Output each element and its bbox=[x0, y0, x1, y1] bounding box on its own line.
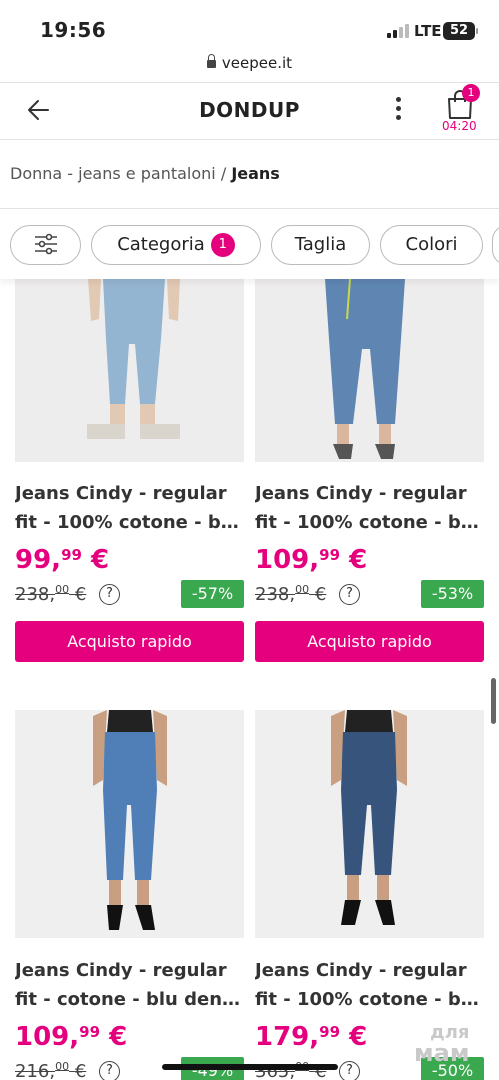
product-old-price: 365,00 € bbox=[255, 1060, 326, 1080]
scrollbar[interactable] bbox=[491, 678, 496, 724]
product-title-line: fit - 100% cotone - blu… bbox=[15, 512, 244, 533]
product-card[interactable]: Jeans Cindy - regular fit - 100% cotone … bbox=[255, 279, 484, 679]
lock-icon bbox=[206, 54, 216, 68]
filter-chip-categoria[interactable]: Categoria 1 bbox=[91, 225, 261, 265]
price-decimal: 99 bbox=[319, 1023, 341, 1041]
cart-timer: 04:20 bbox=[442, 119, 477, 133]
price-currency: € bbox=[91, 545, 110, 575]
more-menu-icon[interactable] bbox=[393, 97, 403, 125]
product-title-line: Jeans Cindy - regular bbox=[255, 960, 467, 981]
jeans-photo-icon bbox=[15, 710, 244, 938]
breadcrumb-separator: / bbox=[220, 164, 227, 183]
home-indicator[interactable] bbox=[162, 1064, 338, 1070]
product-title[interactable]: Jeans Cindy - regular fit - 100% cotone … bbox=[255, 479, 484, 537]
product-card[interactable]: Jeans Cindy - regular fit - cotone - blu… bbox=[15, 710, 244, 1080]
url-text: veepee.it bbox=[221, 54, 293, 72]
watermark: для мам bbox=[414, 1024, 470, 1067]
network-type: LTE bbox=[414, 22, 442, 40]
old-price-integer: 238, bbox=[15, 584, 56, 605]
product-card[interactable]: Jeans Cindy - regular fit - 100% cotone … bbox=[15, 279, 244, 679]
price-integer: 109, bbox=[15, 1022, 80, 1052]
filter-settings-button[interactable] bbox=[10, 225, 81, 265]
old-price-integer: 238, bbox=[255, 584, 296, 605]
breadcrumb-current: Jeans bbox=[231, 164, 280, 183]
filter-bar: Categoria 1 Taglia Colori bbox=[0, 209, 499, 279]
app-header: DONDUP 1 04:20 bbox=[0, 83, 499, 139]
price-integer: 109, bbox=[255, 545, 320, 575]
filter-chip-colori[interactable]: Colori bbox=[380, 225, 483, 265]
product-title-line: fit - 100% cotone - blu… bbox=[255, 989, 484, 1010]
url-bar[interactable]: veepee.it bbox=[0, 50, 499, 82]
old-price-decimal: 00 bbox=[295, 583, 310, 596]
breadcrumb: Donna - jeans e pantaloni / Jeans bbox=[10, 164, 280, 183]
product-image[interactable] bbox=[15, 710, 244, 938]
status-time: 19:56 bbox=[40, 18, 107, 42]
sliders-icon bbox=[34, 233, 57, 255]
price-decimal: 99 bbox=[61, 546, 82, 564]
product-title[interactable]: Jeans Cindy - regular fit - cotone - blu… bbox=[15, 956, 244, 1014]
product-title-line: Jeans Cindy - regular bbox=[255, 483, 467, 504]
product-title[interactable]: Jeans Cindy - regular fit - 100% cotone … bbox=[255, 956, 484, 1014]
quick-buy-button[interactable]: Acquisto rapido bbox=[15, 621, 244, 662]
product-old-price: 216,00 € bbox=[15, 1060, 86, 1080]
price-info-icon[interactable]: ? bbox=[339, 1061, 360, 1080]
product-image[interactable] bbox=[255, 279, 484, 462]
price-info-icon[interactable]: ? bbox=[99, 1061, 120, 1080]
old-price-currency: € bbox=[314, 584, 327, 605]
price-info-icon[interactable]: ? bbox=[339, 584, 360, 605]
price-integer: 179, bbox=[255, 1022, 320, 1052]
product-price: 109,99 € bbox=[15, 1022, 127, 1052]
product-title-line: fit - 100% cotone - blu… bbox=[255, 512, 484, 533]
discount-badge: -57% bbox=[181, 580, 244, 608]
jeans-photo-icon bbox=[15, 279, 244, 462]
product-price: 179,99 € bbox=[255, 1022, 367, 1052]
price-decimal: 99 bbox=[319, 546, 341, 564]
quick-buy-button[interactable]: Acquisto rapido bbox=[255, 621, 484, 662]
product-title[interactable]: Jeans Cindy - regular fit - 100% cotone … bbox=[15, 479, 244, 537]
price-currency: € bbox=[349, 545, 368, 575]
cart-button[interactable]: 1 04:20 bbox=[442, 84, 480, 137]
price-decimal: 99 bbox=[79, 1023, 101, 1041]
filter-chip-more[interactable] bbox=[492, 225, 499, 265]
jeans-photo-icon bbox=[255, 279, 484, 462]
breadcrumb-parent[interactable]: Donna - jeans e pantaloni bbox=[10, 164, 216, 183]
old-price-integer: 216, bbox=[15, 1061, 56, 1080]
discount-badge: -53% bbox=[421, 580, 484, 608]
price-integer: 99, bbox=[15, 545, 62, 575]
divider bbox=[0, 139, 499, 140]
product-grid: Jeans Cindy - regular fit - 100% cotone … bbox=[0, 279, 499, 1080]
status-bar: 19:56 LTE 52 bbox=[0, 0, 499, 50]
product-image[interactable] bbox=[15, 279, 244, 462]
signal-icon bbox=[387, 24, 409, 38]
filter-chip-label: Categoria bbox=[117, 234, 205, 255]
product-old-price: 238,00 € bbox=[15, 583, 86, 605]
product-title-line: fit - cotone - blu denim bbox=[15, 989, 244, 1010]
old-price-currency: € bbox=[74, 1061, 87, 1080]
filter-chip-label: Colori bbox=[405, 234, 458, 255]
filter-chip-taglia[interactable]: Taglia bbox=[271, 225, 370, 265]
product-title-line: Jeans Cindy - regular bbox=[15, 483, 227, 504]
filter-count-badge: 1 bbox=[210, 233, 235, 257]
old-price-currency: € bbox=[74, 584, 87, 605]
price-currency: € bbox=[349, 1022, 368, 1052]
filter-chip-label: Taglia bbox=[294, 234, 347, 255]
battery-icon: 52 bbox=[443, 22, 478, 40]
price-currency: € bbox=[109, 1022, 128, 1052]
old-price-decimal: 00 bbox=[55, 1060, 70, 1073]
jeans-photo-icon bbox=[255, 710, 484, 938]
watermark-line: мам bbox=[414, 1039, 470, 1067]
product-title-line: Jeans Cindy - regular bbox=[15, 960, 227, 981]
brand-title: DONDUP bbox=[199, 98, 300, 122]
price-info-icon[interactable]: ? bbox=[99, 584, 120, 605]
product-price: 99,99 € bbox=[15, 545, 109, 575]
old-price-decimal: 00 bbox=[55, 583, 70, 596]
product-price: 109,99 € bbox=[255, 545, 367, 575]
cart-count-badge: 1 bbox=[462, 84, 480, 102]
product-image[interactable] bbox=[255, 710, 484, 938]
product-old-price: 238,00 € bbox=[255, 583, 326, 605]
